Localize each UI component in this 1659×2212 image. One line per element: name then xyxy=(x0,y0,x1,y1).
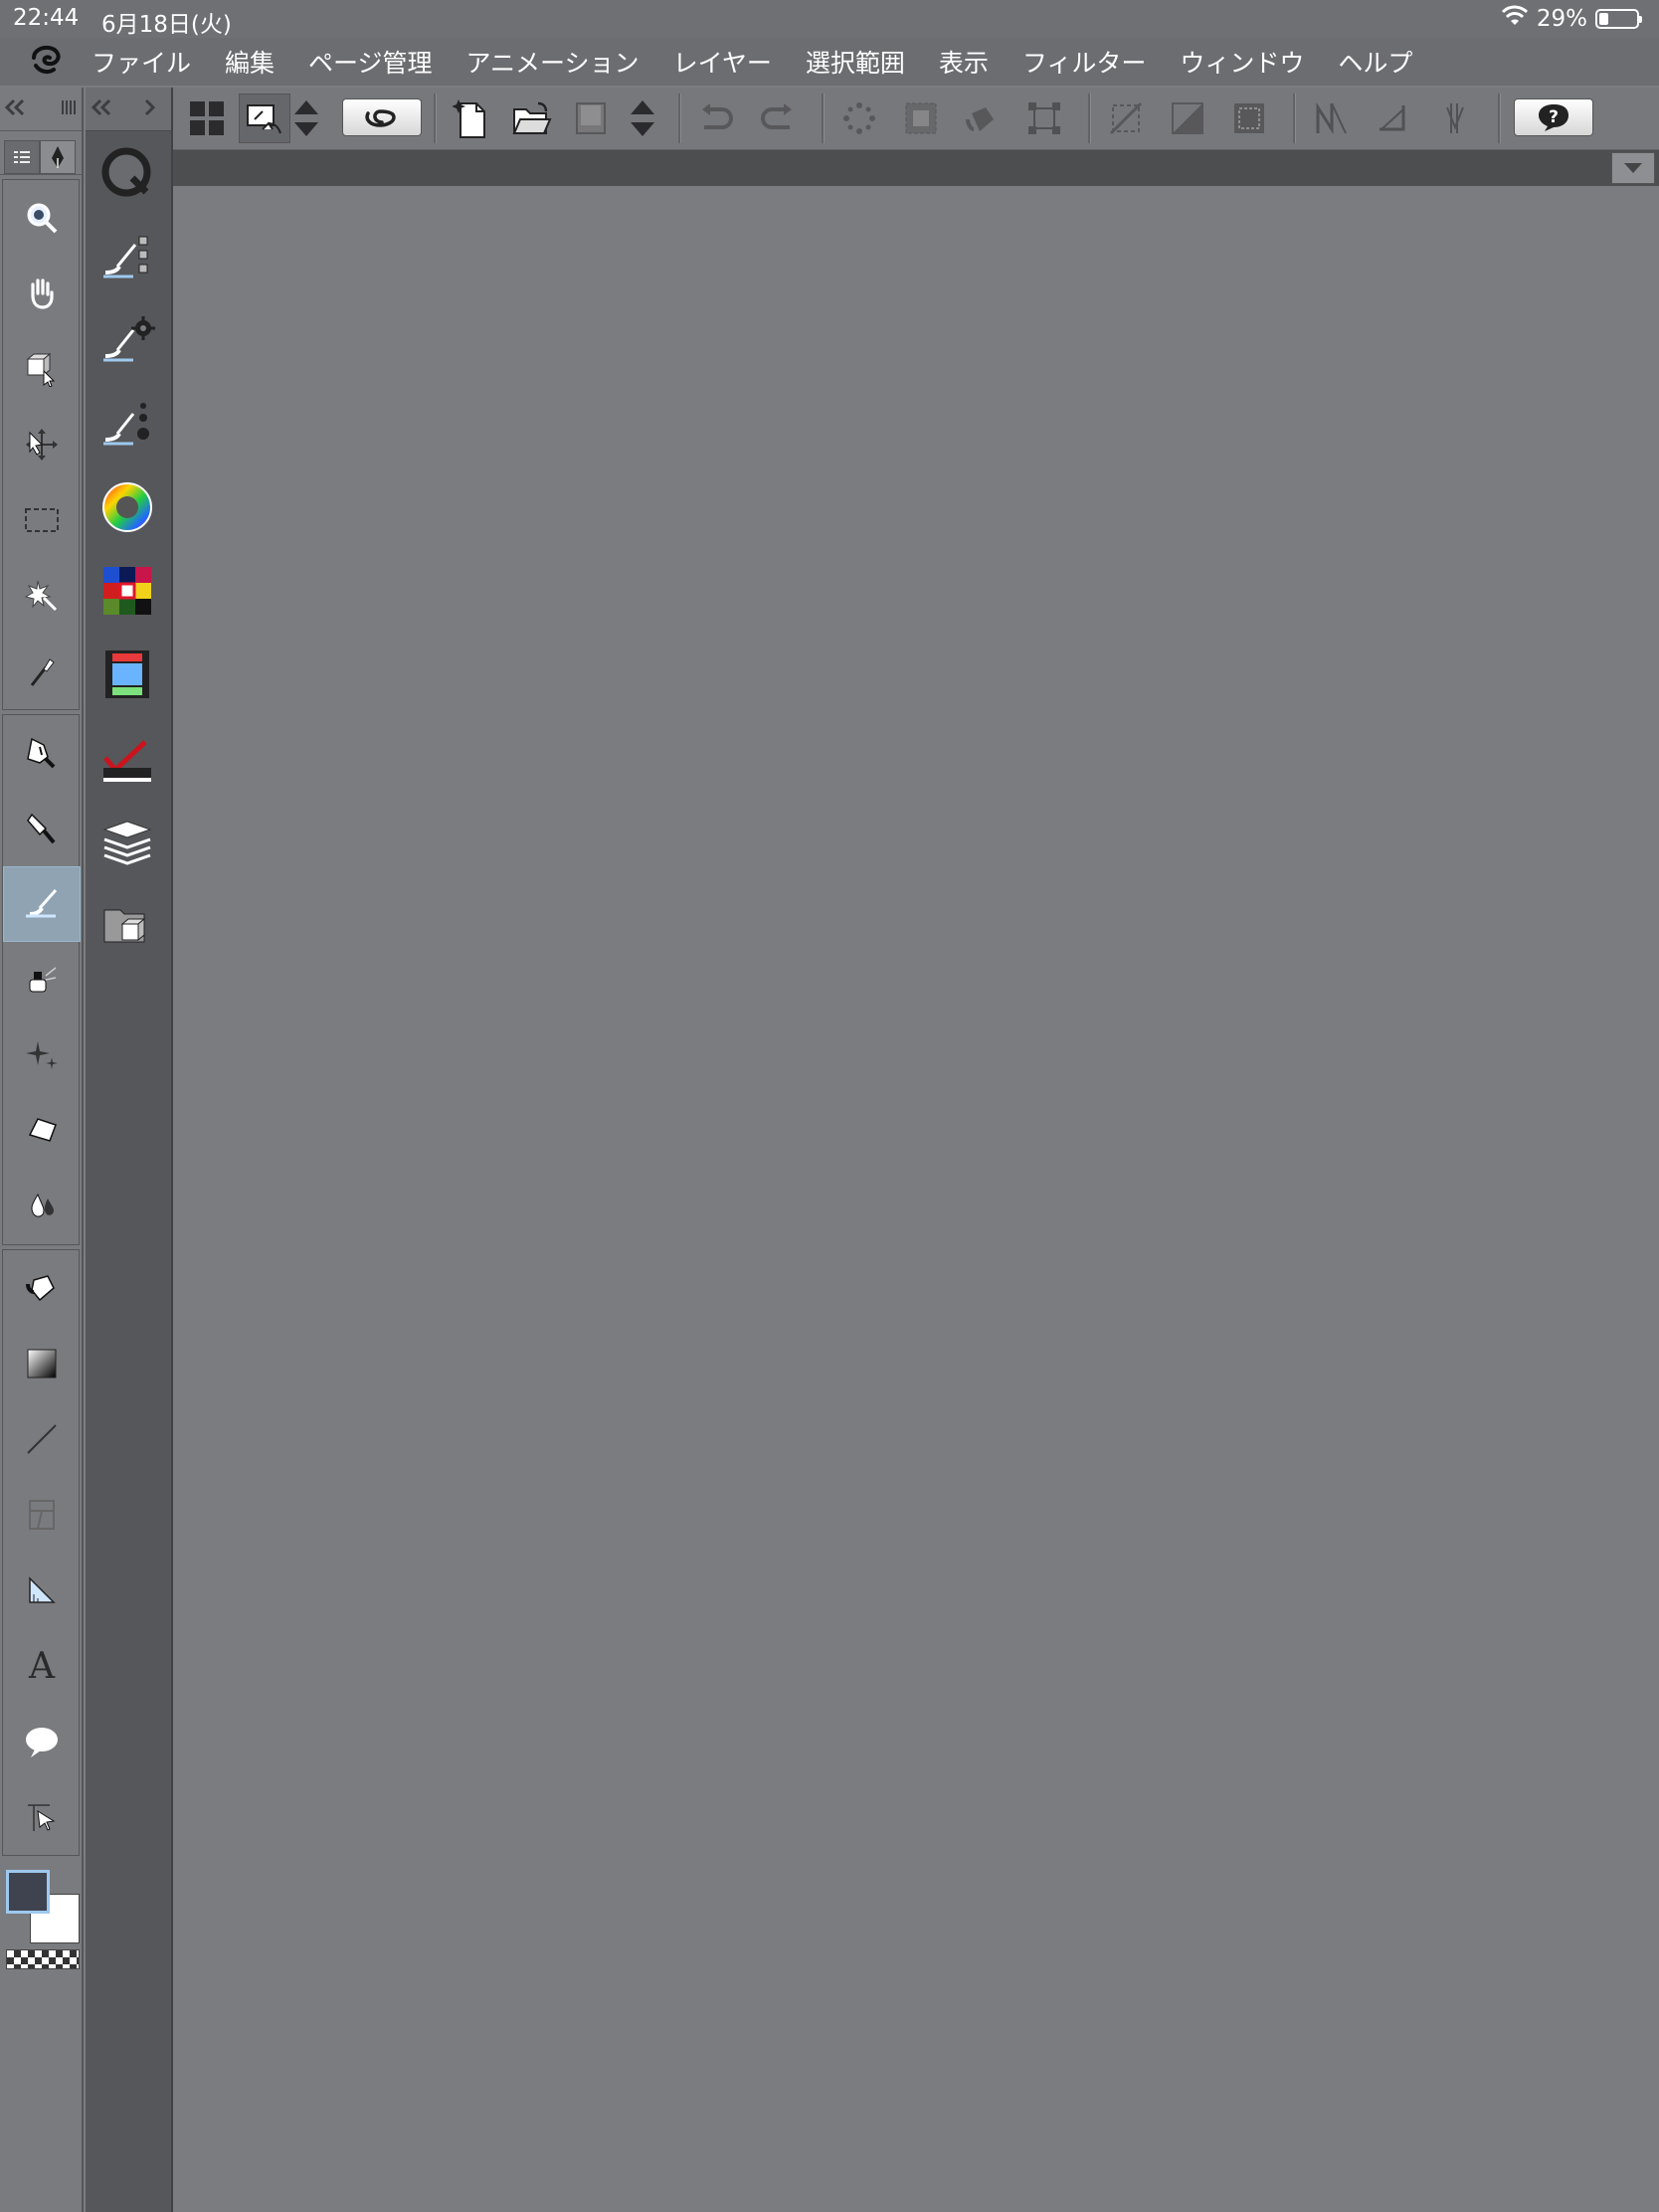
pencil-tool-icon[interactable] xyxy=(3,791,81,866)
clear-outside-selection-icon[interactable] xyxy=(895,93,947,143)
material-palette-icon[interactable] xyxy=(86,883,169,967)
save-icon[interactable] xyxy=(565,93,617,143)
menu-selection[interactable]: 選択範囲 xyxy=(806,44,905,80)
transparent-color-swatch[interactable] xyxy=(6,1949,80,1969)
tool-group-view xyxy=(2,179,80,710)
menu-layer[interactable]: レイヤー xyxy=(673,44,772,80)
balloon-tool-icon[interactable] xyxy=(3,1704,81,1779)
expand-palette-icon[interactable] xyxy=(143,97,157,121)
zoom-tool-icon[interactable] xyxy=(3,180,81,256)
decoration-tool-icon[interactable] xyxy=(3,1017,81,1093)
deselect-icon[interactable] xyxy=(1100,93,1152,143)
fill-selection-icon[interactable] xyxy=(957,93,1009,143)
menu-animation[interactable]: アニメーション xyxy=(466,44,640,80)
tool-group-drawing xyxy=(2,714,81,1245)
figure-tool-icon[interactable] xyxy=(3,1401,81,1477)
undo-icon[interactable] xyxy=(690,93,742,143)
fill-tool-icon[interactable] xyxy=(3,1250,81,1326)
tab-dropdown-button[interactable] xyxy=(1611,152,1655,184)
menu-view[interactable]: 表示 xyxy=(939,44,989,80)
blend-tool-icon[interactable] xyxy=(3,1169,81,1244)
menu-filter[interactable]: フィルター xyxy=(1022,44,1147,80)
snap-to-grid-icon[interactable] xyxy=(1428,93,1480,143)
move-layer-tool-icon[interactable] xyxy=(3,407,81,482)
pen-tool-icon[interactable] xyxy=(3,715,81,791)
animation-timeline-icon[interactable] xyxy=(86,633,169,716)
ruler-tool-icon[interactable] xyxy=(3,1553,81,1628)
redo-icon[interactable] xyxy=(752,93,804,143)
app-logo-icon[interactable] xyxy=(0,44,92,80)
battery-percent: 29% xyxy=(1536,6,1587,32)
battery-icon xyxy=(1595,9,1642,29)
wifi-icon xyxy=(1501,5,1529,33)
menu-edit[interactable]: 編集 xyxy=(225,44,275,80)
document-tab-strip xyxy=(173,150,1659,186)
grid-icon[interactable] xyxy=(181,93,233,143)
frame-border-tool-icon[interactable] xyxy=(3,1477,81,1553)
canvas-area[interactable] xyxy=(174,187,1659,2212)
menu-bar: ファイル 編集 ページ管理 アニメーション レイヤー 選択範囲 表示 フィルター… xyxy=(0,38,1659,86)
tab-tool-list[interactable] xyxy=(4,140,40,174)
status-date: 6月18日(火) xyxy=(101,12,232,38)
menu-page-management[interactable]: ページ管理 xyxy=(308,44,433,80)
airbrush-tool-icon[interactable] xyxy=(3,942,81,1017)
text-tool-icon[interactable]: A xyxy=(3,1628,81,1704)
collapse-left-icon[interactable] xyxy=(4,97,26,121)
canvas-gesture-icon[interactable] xyxy=(239,93,290,143)
menu-help[interactable]: ヘルプ xyxy=(1338,44,1412,80)
invert-selection-icon[interactable] xyxy=(1162,93,1213,143)
drag-handle-icon[interactable] xyxy=(60,98,78,120)
clear-icon[interactable] xyxy=(833,93,885,143)
tab-pen-tool[interactable] xyxy=(40,140,76,174)
brush-tool-icon[interactable] xyxy=(3,866,81,942)
help-icon[interactable]: ? xyxy=(1514,98,1593,136)
quick-access-icon[interactable] xyxy=(86,131,169,215)
color-wheel-icon[interactable] xyxy=(86,465,169,549)
open-folder-icon[interactable] xyxy=(505,93,557,143)
tool-group-shapes: A xyxy=(2,1249,80,1856)
sub-tool-palette-icon[interactable] xyxy=(86,215,169,298)
menu-window[interactable]: ウィンドウ xyxy=(1180,44,1304,80)
tool-property-icon[interactable] xyxy=(86,298,169,382)
up-down-arrows-icon[interactable] xyxy=(290,93,322,143)
main-color-swatch[interactable] xyxy=(6,1870,50,1914)
hand-tool-icon[interactable] xyxy=(3,256,81,331)
brush-size-icon[interactable] xyxy=(86,382,169,465)
color-set-icon[interactable] xyxy=(86,549,169,633)
link-icon[interactable] xyxy=(342,98,422,136)
snap-to-special-ruler-icon[interactable] xyxy=(1367,93,1418,143)
select-all-icon[interactable] xyxy=(1223,93,1275,143)
transform-icon[interactable] xyxy=(1018,93,1070,143)
palette-bar xyxy=(86,88,173,2212)
auto-select-tool-icon[interactable] xyxy=(3,558,81,634)
selection-tool-icon[interactable] xyxy=(3,482,81,558)
command-bar: ? xyxy=(173,88,1659,150)
edit-check-icon[interactable] xyxy=(86,716,169,800)
status-bar: 22:44 6月18日(火) 29% xyxy=(0,0,1659,38)
menu-file[interactable]: ファイル xyxy=(92,44,191,80)
snap-to-ruler-icon[interactable] xyxy=(1305,93,1357,143)
tool-panel: A xyxy=(0,88,84,2212)
eraser-tool-icon[interactable] xyxy=(3,1093,81,1169)
collapse-palette-icon[interactable] xyxy=(90,97,113,121)
color-indicator xyxy=(0,1860,80,1969)
operation-tool-icon[interactable] xyxy=(3,331,81,407)
page-up-down-icon[interactable] xyxy=(625,93,660,143)
eyedropper-tool-icon[interactable] xyxy=(3,634,81,709)
correct-line-tool-icon[interactable] xyxy=(3,1779,81,1855)
gradient-tool-icon[interactable] xyxy=(3,1326,81,1401)
new-file-icon[interactable] xyxy=(446,93,497,143)
layer-palette-icon[interactable] xyxy=(86,800,169,883)
svg-text:?: ? xyxy=(1549,107,1559,127)
status-time: 22:44 xyxy=(13,5,80,31)
